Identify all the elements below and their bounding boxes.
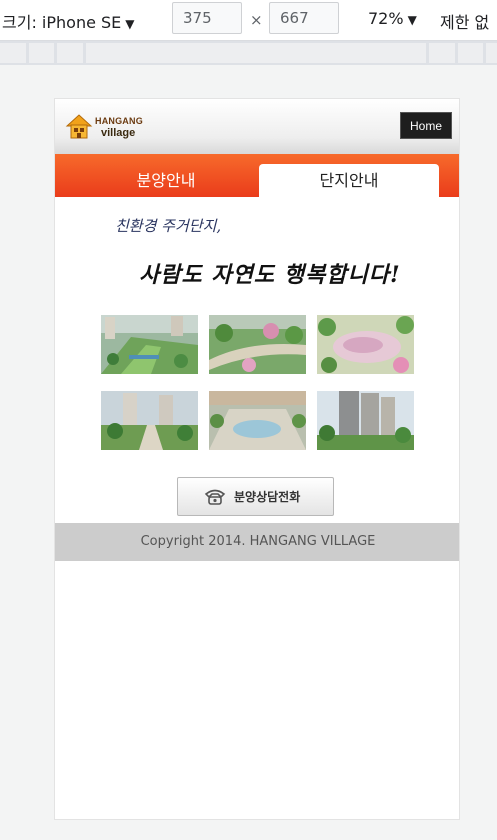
tower-walkway-photo-icon[interactable] (101, 391, 198, 450)
viewport-height-input[interactable]: 667 (269, 2, 339, 34)
ruler-segment[interactable] (429, 43, 455, 63)
devtools-toolbar: 크기: iPhone SE ▼ 375 × 667 72% ▼ 제한 없 (0, 0, 497, 41)
garden-path-photo-icon[interactable] (209, 315, 306, 374)
device-viewport: HANGANG village Home 분양안내 단지안내 친환경 주거단지,… (54, 98, 460, 820)
sales-call-button[interactable]: 분양상담전화 (177, 477, 334, 516)
dimension-separator: × (250, 11, 263, 29)
slogan-title: 사람도 자연도 행복합니다! (139, 262, 401, 288)
ruler-segment[interactable] (0, 43, 26, 63)
chevron-down-icon: ▼ (407, 13, 417, 27)
logo-text-hangang: HANGANG (95, 116, 143, 126)
plaza-fountain-photo-icon[interactable] (209, 391, 306, 450)
slogan-subtitle: 친환경 주거단지, (115, 217, 222, 235)
zoom-label: 72% (368, 9, 404, 28)
sales-call-label: 분양상담전화 (234, 490, 301, 504)
device-label: 크기: iPhone SE (2, 13, 122, 32)
ruler-segment[interactable] (57, 43, 83, 63)
tab-complex-info[interactable]: 단지안내 (259, 164, 439, 197)
device-select[interactable]: 크기: iPhone SE ▼ (2, 9, 135, 33)
ruler-segment[interactable] (486, 43, 497, 63)
tab-bar: 분양안내 단지안내 (55, 154, 459, 197)
ruler-segment[interactable] (29, 43, 54, 63)
logo-text-village: village (101, 127, 136, 139)
site-footer: Copyright 2014. HANGANG VILLAGE (55, 523, 459, 561)
chevron-down-icon: ▼ (125, 17, 135, 31)
tab-sales-info[interactable]: 분양안내 (75, 164, 257, 197)
throttle-select[interactable]: 제한 없 (440, 9, 489, 33)
zoom-select[interactable]: 72% ▼ (368, 9, 417, 28)
ruler-segment[interactable] (86, 43, 426, 63)
site-header: HANGANG village Home (55, 99, 459, 154)
viewport-width-input[interactable]: 375 (172, 2, 242, 34)
media-query-ruler (0, 41, 497, 65)
apartment-tower-photo-icon[interactable] (317, 391, 414, 450)
telephone-icon (204, 489, 226, 505)
home-button[interactable]: Home (400, 112, 452, 139)
playground-photo-icon[interactable] (317, 315, 414, 374)
ruler-segment[interactable] (458, 43, 483, 63)
aerial-park-photo-icon[interactable] (101, 315, 198, 374)
photo-gallery (101, 315, 415, 451)
